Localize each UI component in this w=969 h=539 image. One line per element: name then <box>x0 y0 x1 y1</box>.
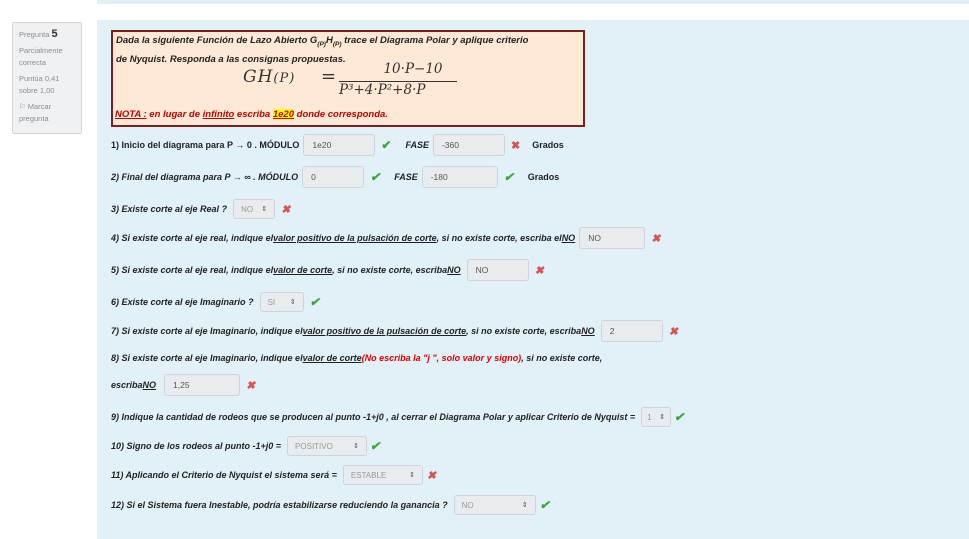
dropdown-arrow-icon: ⇕ <box>659 414 666 421</box>
q3-select[interactable]: NO ⇕ <box>233 199 276 219</box>
q1-fase-input[interactable]: -360 <box>432 134 505 156</box>
q2-modulo-input[interactable]: 0 <box>302 166 365 188</box>
check-icon: ✔ <box>370 439 381 453</box>
q3-row: 3) Existe corte al eje Real ? NO ⇕ ✖ <box>111 199 290 219</box>
question-info-box: Pregunta 5 Parcialmente correcta Puntúa 0… <box>12 22 82 134</box>
q8-row-2: escriba NO 1,25 ✖ <box>111 374 255 396</box>
question-statement: Dada la siguiente Función de Lazo Abiert… <box>111 30 585 127</box>
cross-icon: ✖ <box>246 379 256 392</box>
q4-input[interactable]: NO <box>579 227 646 249</box>
q12-select[interactable]: NO ⇕ <box>453 495 536 515</box>
q1-row: 1) Inicio del diagrama para P → 0 . MÓDU… <box>111 134 564 156</box>
dropdown-arrow-icon: ⇕ <box>289 299 296 306</box>
check-icon: ✔ <box>381 138 392 152</box>
cross-icon: ✖ <box>426 469 437 482</box>
formula-numerator: 10·P−10 <box>383 61 443 77</box>
question-number: Pregunta 5 <box>19 28 58 40</box>
q11-select[interactable]: ESTABLE ⇕ <box>342 465 423 485</box>
q2-row: 2) Final del diagrama para P → ∞ . MÓDUL… <box>111 166 559 188</box>
check-icon: ✔ <box>674 410 685 424</box>
q10-row: 10) Signo de los rodeos al punto -1+j0 =… <box>111 436 380 456</box>
question-score: Puntúa 0,41 sobre 1,00 <box>19 74 60 95</box>
transfer-function-formula: GH(P) = 10·P−10 P³+4·P²+8·P <box>243 61 483 100</box>
note-text: NOTA : en lugar de infinito escriba 1e20… <box>115 109 388 120</box>
q4-row: 4) Si existe corte al eje real, indique … <box>111 227 660 249</box>
question-status: Parcialmente correcta <box>19 46 63 67</box>
cross-icon: ✖ <box>651 232 661 245</box>
q6-row: 6) Existe corte al eje Imaginario ? SI ⇕ … <box>111 292 320 312</box>
formula-denominator: P³+4·P²+8·P <box>339 82 426 98</box>
dropdown-arrow-icon: ⇕ <box>261 206 268 213</box>
cross-icon: ✖ <box>534 264 544 277</box>
q8-row: 8) Si existe corte al eje Imaginario, in… <box>111 353 603 363</box>
dropdown-arrow-icon: ⇕ <box>408 472 415 479</box>
q2-fase-input[interactable]: -180 <box>421 166 498 188</box>
q10-select[interactable]: POSITIVO ⇕ <box>287 436 368 456</box>
dropdown-arrow-icon: ⇕ <box>521 502 528 509</box>
flag-icon: ⚐ <box>19 102 26 111</box>
cross-icon: ✖ <box>281 203 291 216</box>
q7-row: 7) Si existe corte al eje Imaginario, in… <box>111 320 678 342</box>
q1-modulo-input[interactable]: 1e20 <box>303 134 376 156</box>
q9-select[interactable]: 1 ⇕ <box>641 407 672 427</box>
question-intro: Dada la siguiente Función de Lazo Abiert… <box>116 35 529 48</box>
check-icon: ✔ <box>539 498 550 512</box>
q9-row: 9) Indique la cantidad de rodeos que se … <box>111 407 684 427</box>
flag-question-link[interactable]: ⚐ Marcar pregunta <box>19 101 75 125</box>
q5-row: 5) Si existe corte al eje real, indique … <box>111 259 544 281</box>
check-icon: ✔ <box>503 170 514 184</box>
q12-row: 12) Si el Sistema fuera Inestable, podrí… <box>111 495 550 515</box>
q11-row: 11) Aplicando el Criterio de Nyquist el … <box>111 465 436 485</box>
cross-icon: ✖ <box>510 139 521 152</box>
q7-input[interactable]: 2 <box>600 320 663 342</box>
q6-select[interactable]: SI ⇕ <box>259 292 304 312</box>
dropdown-arrow-icon: ⇕ <box>353 443 360 450</box>
q8-input[interactable]: 1,25 <box>164 374 241 396</box>
top-bar <box>97 0 969 4</box>
check-icon: ✔ <box>309 295 320 309</box>
check-icon: ✔ <box>370 170 381 184</box>
cross-icon: ✖ <box>668 325 678 338</box>
q5-input[interactable]: NO <box>466 259 529 281</box>
